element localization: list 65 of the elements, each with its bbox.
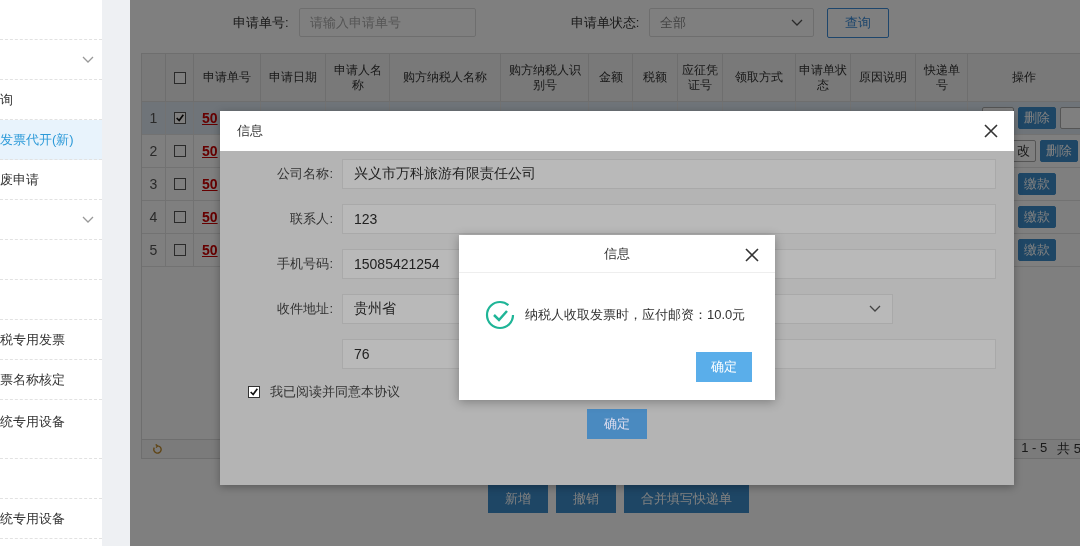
column-header: 购方纳税人名称 <box>390 54 501 101</box>
chevron-down-icon <box>791 18 804 27</box>
status-select[interactable]: 全部 <box>649 8 815 37</box>
checkbox[interactable] <box>173 112 186 124</box>
confirm-button[interactable]: 确定 <box>587 409 647 439</box>
dialog-title: 信息 <box>604 244 630 263</box>
chevron-down-icon <box>82 215 94 224</box>
success-icon <box>485 300 515 330</box>
checkbox[interactable] <box>248 386 260 398</box>
column-header: 申请日期 <box>261 54 326 101</box>
column-header: 税额 <box>633 54 678 101</box>
column-header: 应征凭证号 <box>678 54 723 101</box>
action-button[interactable]: 删除 <box>1018 107 1056 129</box>
action-button[interactable]: 缴款 <box>1018 173 1056 195</box>
input-field[interactable]: 兴义市万科旅游有限责任公司 <box>342 159 996 189</box>
action-button[interactable]: 缴款 <box>1018 239 1056 261</box>
column-header: 申请单号 <box>194 54 261 101</box>
checkbox[interactable] <box>173 145 186 157</box>
field-label: 联系人: <box>289 210 334 228</box>
request-link[interactable]: 50 <box>194 143 218 159</box>
row-number: 1 <box>142 102 166 134</box>
total-count: 共 5 <box>1057 440 1080 458</box>
close-icon[interactable] <box>984 124 998 138</box>
confirm-button[interactable]: 确定 <box>696 352 752 382</box>
request-link[interactable]: 50 <box>194 176 218 192</box>
column-header: 领取方式 <box>723 54 796 101</box>
column-header: 金额 <box>589 54 633 101</box>
chevron-down-icon <box>869 305 881 313</box>
checkbox[interactable] <box>173 244 186 256</box>
checkbox[interactable] <box>173 71 186 84</box>
row-number: 4 <box>142 201 166 233</box>
sidebar-item[interactable]: 发票代开(新) <box>0 120 102 160</box>
action-button[interactable]: 删除 <box>1040 140 1078 162</box>
column-header: 申请人名称 <box>326 54 390 101</box>
column-header: 购方纳税人识别号 <box>501 54 589 101</box>
field-label: 手机号码: <box>276 255 334 273</box>
checkbox[interactable] <box>173 211 186 223</box>
row-number: 3 <box>142 168 166 200</box>
refresh-icon[interactable] <box>152 443 163 455</box>
field-label: 收件地址: <box>276 300 334 318</box>
action-button[interactable]: 缴款 <box>1018 206 1056 228</box>
close-icon[interactable] <box>745 248 759 262</box>
field-label: 公司名称: <box>276 165 334 183</box>
alert-message: 纳税人收取发票时，应付邮资：10.0元 <box>525 306 746 324</box>
column-header: 原因说明 <box>851 54 916 101</box>
request-link[interactable]: 50 <box>194 209 218 225</box>
search-button[interactable]: 查询 <box>827 7 890 38</box>
dialog-title: 信息 <box>237 122 263 140</box>
chevron-down-icon <box>82 55 94 64</box>
row-number: 2 <box>142 135 166 167</box>
column-header: 申请单状态 <box>796 54 851 101</box>
action-button[interactable]: 新增 <box>488 485 548 513</box>
action-button[interactable]: 合并填写快递单 <box>624 485 749 513</box>
row-number: 5 <box>142 234 166 266</box>
checkbox[interactable] <box>173 178 186 190</box>
column-header: 快递单号 <box>916 54 968 101</box>
column-header: 操作 <box>968 54 1080 101</box>
input-field[interactable]: 123 <box>342 204 996 234</box>
agree-label: 我已阅读并同意本协议 <box>270 383 400 401</box>
field-label: 申请单号: <box>233 13 289 32</box>
page-range: 1 - 5 <box>1021 440 1048 457</box>
request-link[interactable]: 50 <box>194 110 218 126</box>
action-button[interactable]: 撤销 <box>556 485 616 513</box>
request-link[interactable]: 50 <box>194 242 218 258</box>
field-label: 申请单状态: <box>570 13 640 32</box>
